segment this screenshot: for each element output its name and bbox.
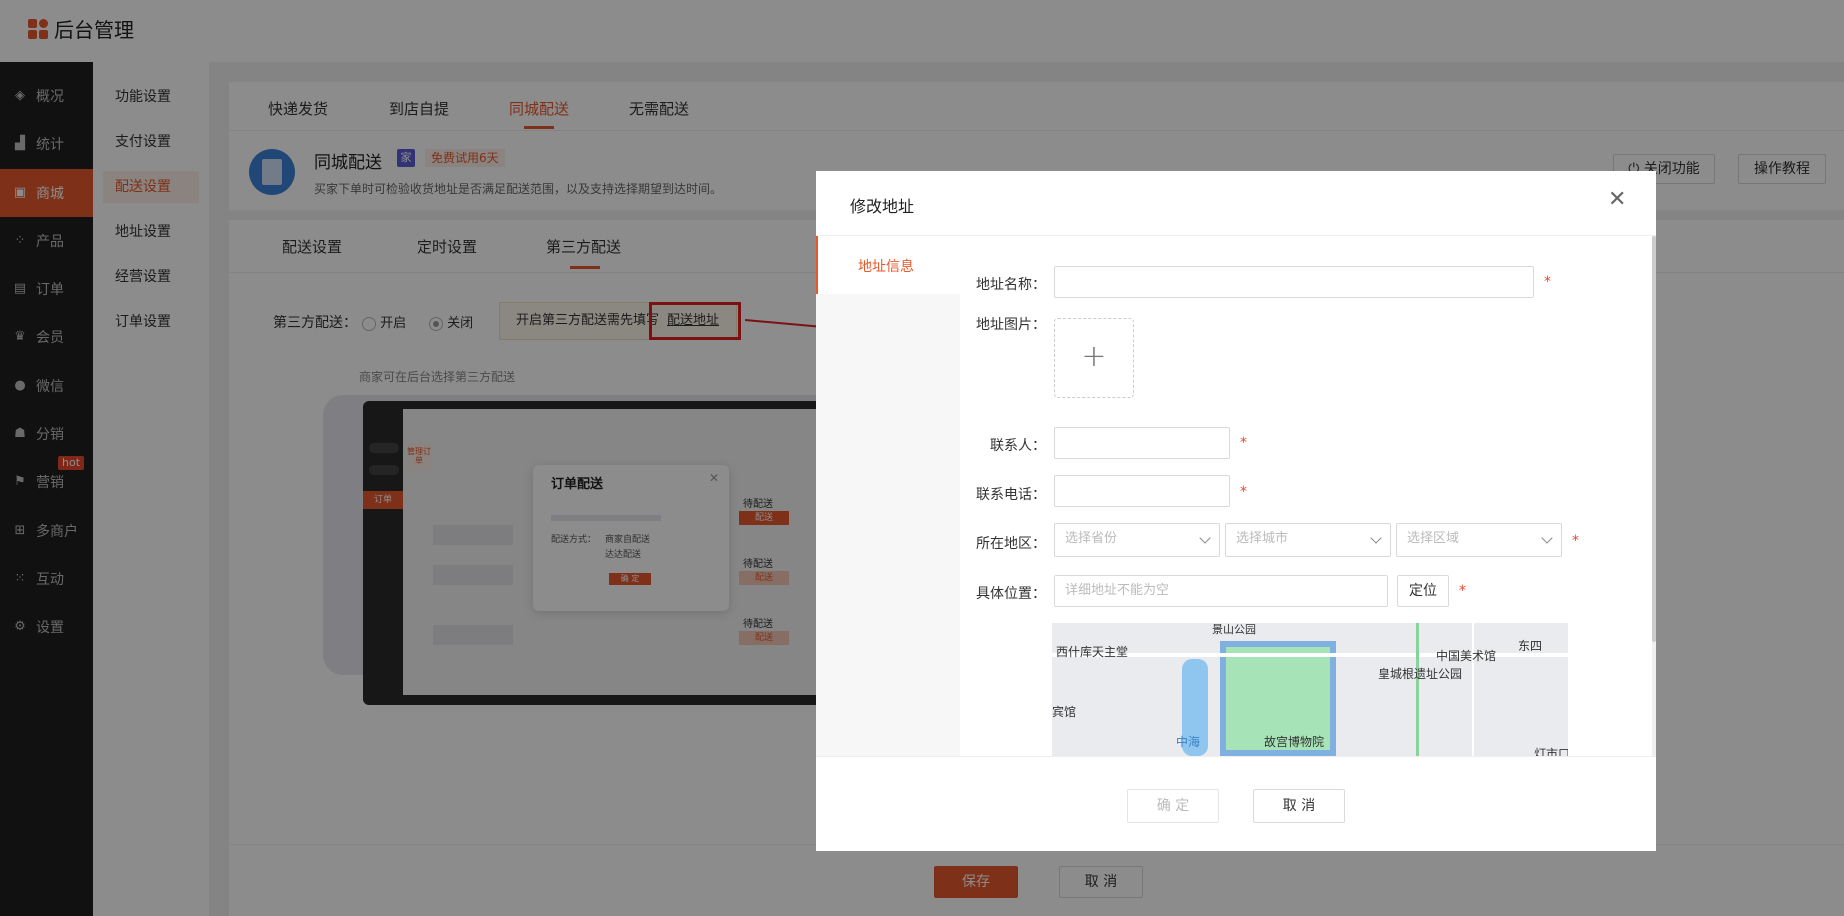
chevron-down-icon (1370, 532, 1382, 544)
map-view[interactable]: 景山公园 西什库天主堂 中国美术馆 东四 皇城根遗址公园 宾馆 中海 故宫博物院… (1052, 623, 1568, 756)
province-select[interactable]: 选择省份 (1054, 523, 1220, 557)
name-label: 地址名称： (976, 277, 1046, 293)
province-placeholder: 选择省份 (1065, 531, 1118, 546)
map-label: 中海 (1176, 735, 1201, 749)
required-mark: * (1572, 533, 1579, 549)
phone-label: 联系电话： (976, 487, 1046, 503)
chevron-down-icon (1541, 532, 1553, 544)
map-label: 故宫博物院 (1264, 735, 1325, 749)
image-upload-plus-icon[interactable]: + (1054, 318, 1134, 398)
location-input[interactable]: 详细地址不能为空 (1054, 575, 1388, 607)
modal-title: 修改地址 (850, 197, 915, 216)
phone-input[interactable] (1054, 475, 1230, 507)
contact-input[interactable] (1054, 427, 1230, 459)
location-label: 具体位置： (976, 586, 1046, 602)
required-mark: * (1240, 435, 1247, 451)
location-placeholder: 详细地址不能为空 (1065, 583, 1170, 598)
tab-address-info[interactable]: 地址信息 (858, 256, 914, 276)
map-label: 东四 (1518, 639, 1543, 653)
edit-address-modal: 修改地址 ✕ 地址信息 地址名称： * 地址图片： + 联系人： * 联系电话：… (816, 171, 1656, 851)
scrollbar[interactable] (1652, 236, 1656, 756)
required-mark: * (1240, 484, 1247, 500)
locate-button[interactable]: 定位 (1397, 575, 1449, 607)
city-select[interactable]: 选择城市 (1225, 523, 1391, 557)
district-select[interactable]: 选择区域 (1396, 523, 1562, 557)
modal-confirm-button[interactable]: 确 定 (1127, 789, 1219, 823)
address-name-input[interactable] (1054, 266, 1534, 298)
map-label: 景山公园 (1212, 623, 1256, 636)
required-mark: * (1544, 274, 1551, 290)
image-label: 地址图片： (976, 317, 1046, 333)
region-label: 所在地区： (976, 536, 1046, 552)
city-placeholder: 选择城市 (1236, 531, 1289, 546)
required-mark: * (1459, 583, 1466, 599)
modal-header: 修改地址 ✕ (816, 171, 1656, 236)
close-icon[interactable]: ✕ (1608, 189, 1626, 211)
modal-cancel-button[interactable]: 取 消 (1253, 789, 1345, 823)
chevron-down-icon (1199, 532, 1211, 544)
contact-label: 联系人： (990, 438, 1046, 454)
map-label: 中国美术馆 (1436, 649, 1497, 663)
district-placeholder: 选择区域 (1407, 531, 1460, 546)
map-label: 灯市口 (1534, 747, 1568, 756)
modal-footer: 确 定 取 消 (816, 756, 1656, 851)
map-label: 皇城根遗址公园 (1378, 667, 1463, 681)
map-label: 宾馆 (1052, 705, 1077, 719)
map-label: 西什库天主堂 (1056, 645, 1129, 659)
